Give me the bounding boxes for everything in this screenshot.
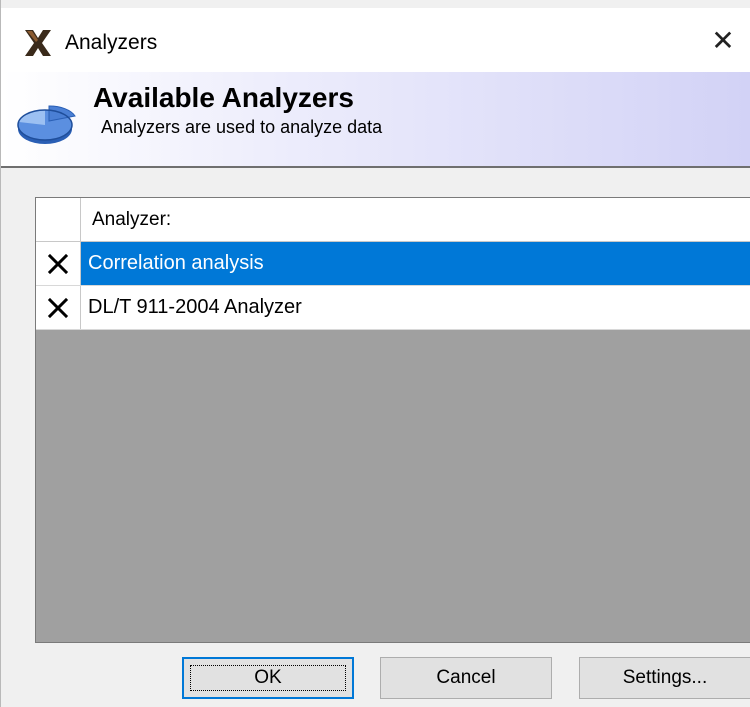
grid-header: Analyzer: <box>36 198 750 242</box>
settings-button-label: Settings... <box>622 667 708 688</box>
focus-rectangle <box>190 665 346 691</box>
close-icon: ✕ <box>711 24 735 56</box>
ok-button[interactable]: OK <box>182 657 354 699</box>
button-bar: OK Cancel Settings... <box>1 653 750 707</box>
x-mark-icon <box>47 297 69 318</box>
header-checkbox-column <box>36 198 81 241</box>
settings-button[interactable]: Settings... <box>579 657 750 699</box>
cancel-button-label: Cancel <box>436 667 496 688</box>
analyzers-dialog: Analyzers ✕ Available Analyzers Analyzer… <box>0 0 750 707</box>
window-title: Analyzers <box>65 31 158 54</box>
row-name[interactable]: DL/T 911-2004 Analyzer <box>81 286 750 329</box>
table-row[interactable]: Correlation analysis <box>36 242 750 286</box>
row-toggle[interactable] <box>36 286 81 329</box>
close-button[interactable]: ✕ <box>695 8 750 72</box>
column-header-analyzer: Analyzer: <box>92 209 172 230</box>
pie-chart-icon <box>17 105 76 144</box>
banner-title: Available Analyzers <box>93 82 354 113</box>
row-toggle[interactable] <box>36 242 81 285</box>
title-bar: Analyzers ✕ <box>1 8 750 72</box>
row-name[interactable]: Correlation analysis <box>81 242 750 285</box>
cancel-button[interactable]: Cancel <box>380 657 552 699</box>
header-banner: Available Analyzers Analyzers are used t… <box>1 72 750 168</box>
table-row[interactable]: DL/T 911-2004 Analyzer <box>36 286 750 330</box>
x-mark-icon <box>47 253 69 274</box>
banner-subtitle: Analyzers are used to analyze data <box>101 117 383 137</box>
analyzers-grid[interactable]: Analyzer: Correlation analysis DL/T 911-… <box>35 197 750 643</box>
app-x-logo-icon <box>25 30 51 56</box>
